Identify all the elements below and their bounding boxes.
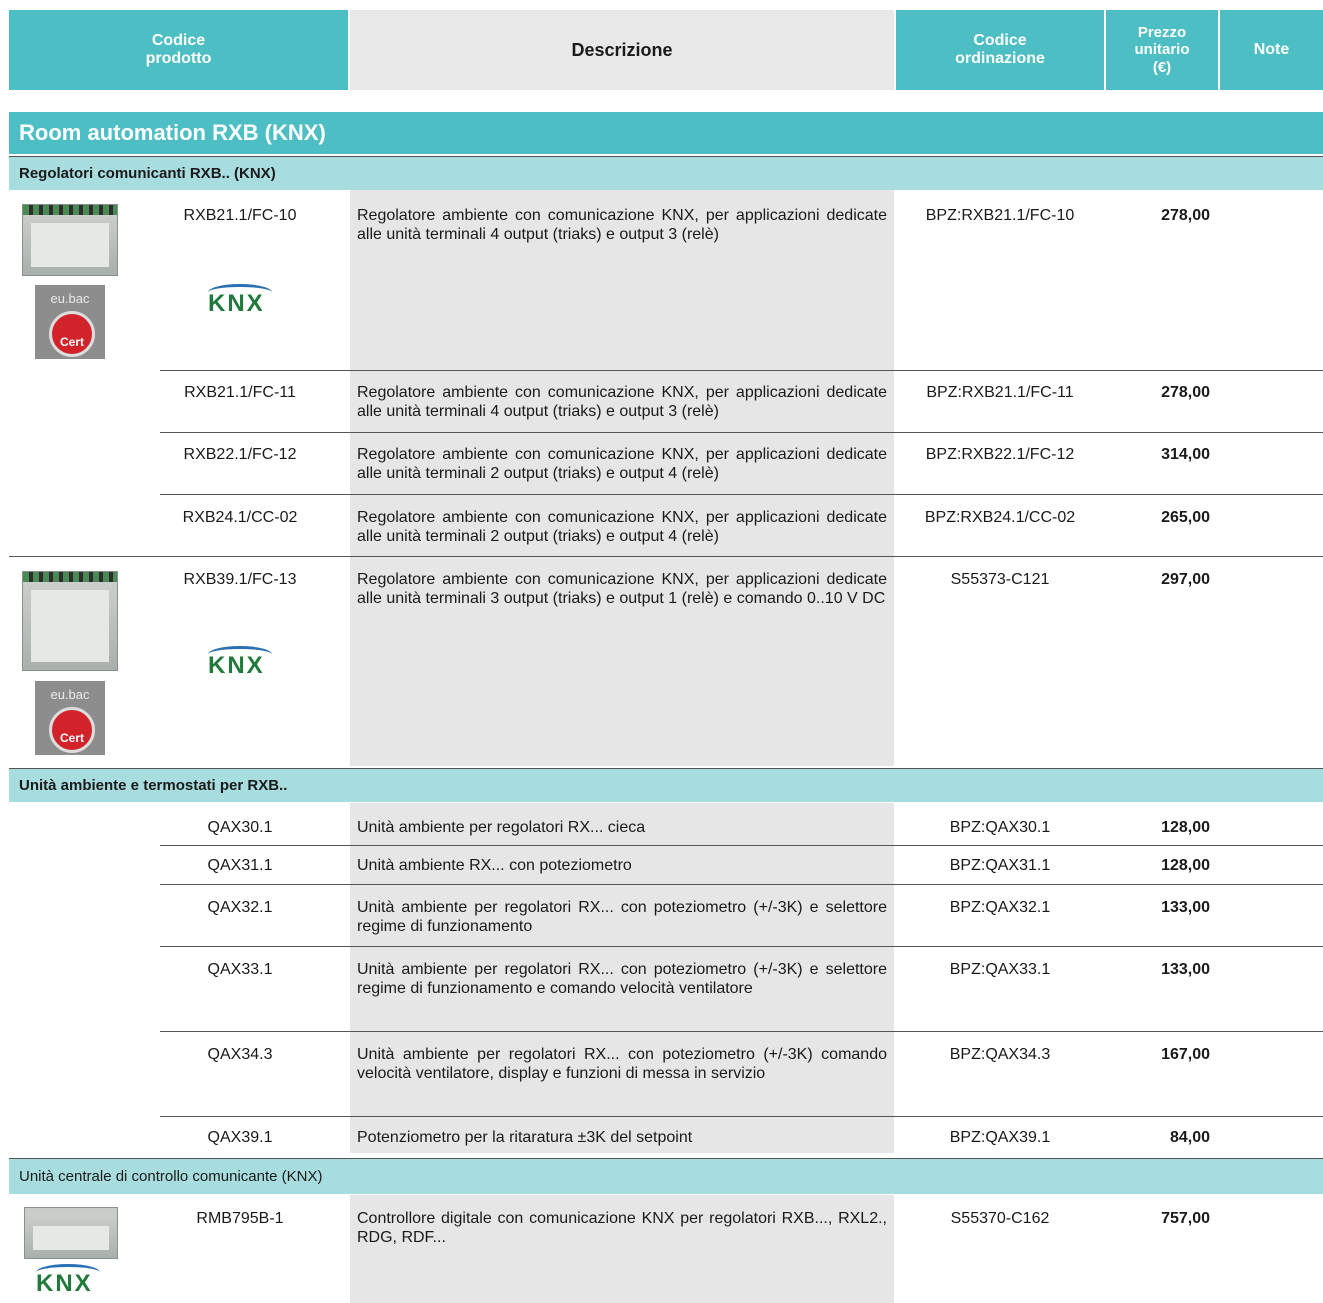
product-code: QAX30.1 <box>207 819 273 836</box>
unit-price: 84,00 <box>1169 1129 1210 1146</box>
product-description: Regolatore ambiente con comunicazione KN… <box>357 509 887 545</box>
product-code: QAX34.3 <box>207 1046 273 1063</box>
product-description: Unità ambiente per regolatori RX... con … <box>357 1046 887 1082</box>
product-code: QAX32.1 <box>207 899 273 916</box>
unit-price: 128,00 <box>1161 819 1210 836</box>
header-order-line2: ordinazione <box>955 50 1045 67</box>
subsection-header: Unità ambiente e termostati per RXB.. <box>9 768 1323 802</box>
product-description: Unità ambiente per regolatori RX... con … <box>357 899 887 935</box>
unit-price: 265,00 <box>1161 509 1210 526</box>
product-image <box>24 1207 118 1259</box>
order-code: BPZ:QAX33.1 <box>949 961 1051 978</box>
unit-price: 128,00 <box>1161 857 1210 874</box>
row-divider <box>9 556 1323 557</box>
cert-badge-icon: Cert <box>49 707 95 753</box>
row-divider <box>160 1116 1323 1117</box>
subsection-header: Unità centrale di controllo comunicante … <box>9 1158 1323 1194</box>
product-description: Unità ambiente per regolatori RX... ciec… <box>357 819 646 836</box>
eubac-cert-logo: eu.bac Cert <box>35 681 105 755</box>
row-divider <box>160 494 1323 495</box>
order-code: BPZ:QAX39.1 <box>949 1129 1051 1146</box>
header-desc-label: Descrizione <box>571 39 673 60</box>
row-divider <box>160 432 1323 433</box>
order-code: S55370-C162 <box>950 1210 1050 1227</box>
product-description: Regolatore ambiente con comunicazione KN… <box>357 384 887 420</box>
order-code: BPZ:RXB22.1/FC-12 <box>925 446 1075 463</box>
unit-price: 314,00 <box>1161 446 1210 463</box>
knx-logo: KNX <box>208 646 272 680</box>
product-code: RXB21.1/FC-10 <box>183 207 297 224</box>
product-description: Unità ambiente RX... con poteziometro <box>357 857 632 874</box>
header-code-line2: prodotto <box>145 50 212 67</box>
order-code: BPZ:RXB21.1/FC-11 <box>926 384 1074 401</box>
order-code: BPZ:QAX30.1 <box>949 819 1051 836</box>
header-price-line1: Prezzo <box>1137 24 1187 42</box>
row-divider <box>160 370 1323 371</box>
unit-price: 133,00 <box>1161 961 1210 978</box>
product-description: Controllore digitale con comunicazione K… <box>357 1210 887 1246</box>
product-description: Regolatore ambiente con comunicazione KN… <box>357 446 887 482</box>
order-code: BPZ:QAX32.1 <box>949 899 1051 916</box>
unit-price: 757,00 <box>1161 1210 1210 1227</box>
cert-badge-icon: Cert <box>49 311 95 357</box>
product-code: QAX39.1 <box>207 1129 273 1146</box>
product-code: RMB795B-1 <box>196 1210 284 1227</box>
order-code: S55373-C121 <box>950 571 1050 588</box>
header-unit-price: Prezzo unitario (€) <box>1106 10 1218 90</box>
row-divider <box>160 884 1323 885</box>
header-price-line2: unitario <box>1134 41 1190 59</box>
product-description: Unità ambiente per regolatori RX... con … <box>357 961 887 997</box>
knx-logo: KNX <box>36 1264 100 1298</box>
order-code: BPZ:RXB21.1/FC-10 <box>925 207 1075 224</box>
section-title: Room automation RXB (KNX) <box>9 112 1323 154</box>
header-description: Descrizione <box>350 10 894 90</box>
row-divider <box>160 845 1323 846</box>
product-image <box>22 204 118 276</box>
header-code-line1: Codice <box>151 31 206 49</box>
product-code: RXB24.1/CC-02 <box>182 509 298 526</box>
product-code: QAX33.1 <box>207 961 273 978</box>
order-code: BPZ:RXB24.1/CC-02 <box>924 509 1076 526</box>
product-description: Potenziometro per la ritaratura ±3K del … <box>357 1129 693 1146</box>
row-divider <box>160 1031 1323 1032</box>
unit-price: 133,00 <box>1161 899 1210 916</box>
knx-logo: KNX <box>208 284 272 318</box>
header-order-code: Codice ordinazione <box>896 10 1104 90</box>
product-code: QAX31.1 <box>207 857 273 874</box>
eubac-text: eu.bac <box>50 687 90 702</box>
row-divider <box>160 946 1323 947</box>
unit-price: 167,00 <box>1161 1046 1210 1063</box>
unit-price: 278,00 <box>1161 207 1210 224</box>
product-description: Regolatore ambiente con comunicazione KN… <box>357 207 887 243</box>
product-code: RXB39.1/FC-13 <box>183 571 297 588</box>
header-price-line3: (€) <box>1152 58 1172 76</box>
product-code: RXB22.1/FC-12 <box>183 446 297 463</box>
eubac-cert-logo: eu.bac Cert <box>35 285 105 359</box>
unit-price: 297,00 <box>1161 571 1210 588</box>
product-description: Regolatore ambiente con comunicazione KN… <box>357 571 887 607</box>
header-notes: Note <box>1220 10 1323 90</box>
order-code: BPZ:QAX34.3 <box>949 1046 1051 1063</box>
header-product-code: Codice prodotto <box>9 10 348 90</box>
eubac-text: eu.bac <box>50 291 90 306</box>
product-image <box>22 571 118 671</box>
unit-price: 278,00 <box>1161 384 1210 401</box>
header-order-line1: Codice <box>973 31 1027 49</box>
subsection-header: Regolatori comunicanti RXB.. (KNX) <box>9 156 1323 190</box>
header-note-label: Note <box>1253 40 1290 58</box>
product-code: RXB21.1/FC-11 <box>184 384 296 401</box>
order-code: BPZ:QAX31.1 <box>949 857 1051 874</box>
